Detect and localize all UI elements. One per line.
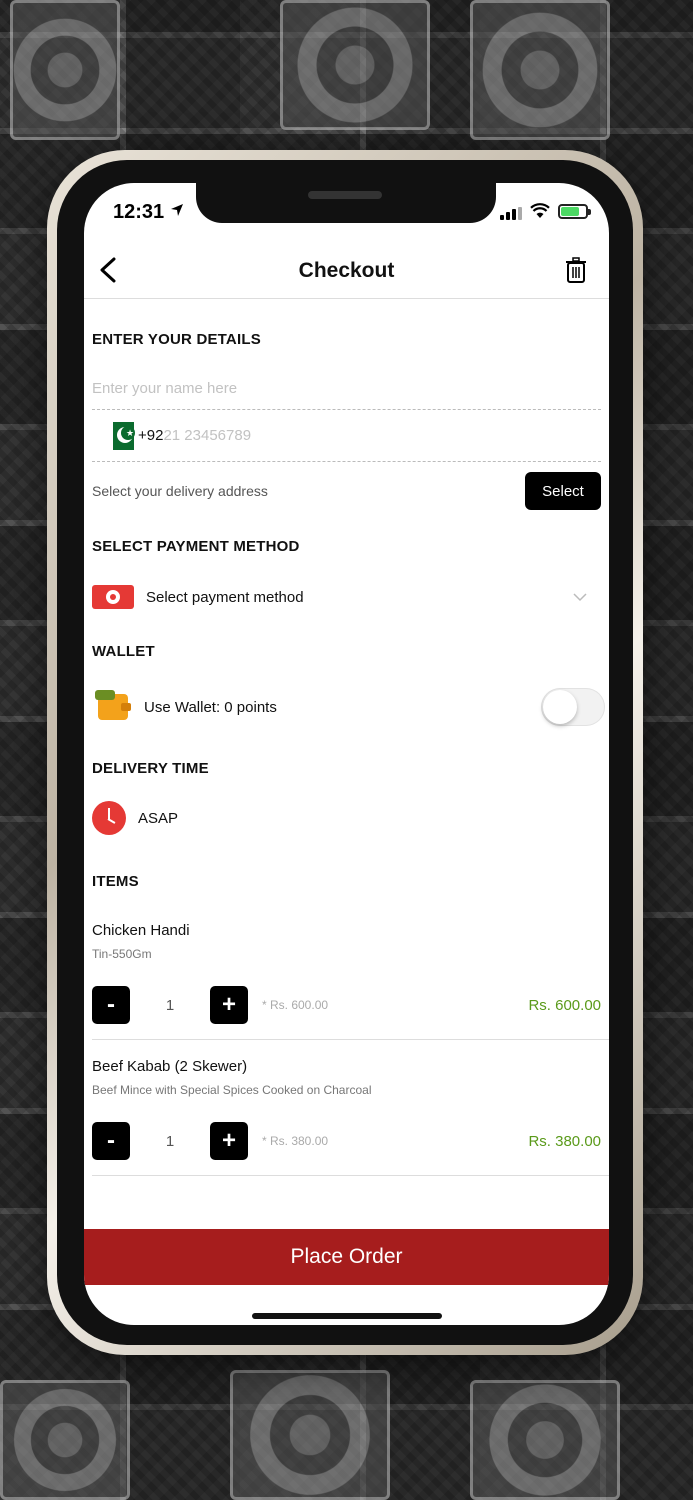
cash-icon	[92, 585, 134, 609]
home-indicator	[252, 1313, 442, 1319]
page-title: Checkout	[298, 259, 395, 282]
background-pattern-tile	[0, 1380, 130, 1500]
item-name: Chicken Handi	[92, 922, 190, 939]
item-name: Beef Kabab (2 Skewer)	[92, 1058, 248, 1075]
item-description: Tin-550Gm	[92, 947, 152, 961]
address-row: Select your delivery address Select	[92, 462, 601, 520]
line-total: Rs. 600.00	[528, 996, 601, 1014]
details-heading: ENTER YOUR DETAILS	[92, 331, 261, 348]
background-pattern-tile	[470, 0, 610, 140]
background-pattern-tile	[280, 0, 430, 130]
decrease-quantity-button[interactable]: -	[92, 1122, 130, 1160]
line-total: Rs. 380.00	[528, 1132, 601, 1150]
status-time: 12:31	[113, 201, 165, 223]
checkout-screen: 12:31 Checkout ENTER YOUR DETAILS Enter …	[84, 183, 609, 1325]
address-label: Select your delivery address	[92, 483, 268, 499]
name-input[interactable]	[92, 360, 601, 409]
wallet-row: Use Wallet: 0 points	[92, 688, 605, 726]
quantity-stepper: - 1 + * Rs. 380.00 Rs. 380.00	[92, 1121, 601, 1161]
wallet-icon	[95, 690, 131, 720]
divider	[92, 1175, 609, 1176]
unit-price: * Rs. 380.00	[262, 1134, 329, 1148]
phone-input[interactable]	[163, 427, 364, 444]
quantity-value: 1	[165, 996, 175, 1014]
trash-icon[interactable]	[565, 257, 587, 283]
name-field	[92, 360, 601, 410]
background-pattern-tile	[230, 1370, 390, 1500]
delivery-time-row[interactable]: ASAP	[92, 801, 601, 835]
checkout-content: ENTER YOUR DETAILS ★ +92 Select your del…	[84, 299, 609, 1229]
nav-bar: Checkout	[84, 243, 609, 299]
quantity-value: 1	[165, 1132, 175, 1150]
battery-icon	[558, 204, 591, 219]
location-arrow-icon	[171, 204, 183, 216]
delivery-heading: DELIVERY TIME	[92, 760, 209, 777]
background-pattern-tile	[10, 0, 120, 140]
cellular-signal-icon	[500, 207, 522, 220]
payment-method-label: Select payment method	[146, 588, 304, 606]
wallet-label: Use Wallet: 0 points	[144, 698, 277, 716]
divider	[92, 1039, 609, 1040]
country-code: +92	[138, 427, 164, 444]
item-description: Beef Mince with Special Spices Cooked on…	[92, 1083, 372, 1097]
list-item: Chicken Handi Tin-550Gm - 1 + * Rs. 600.…	[92, 922, 609, 1040]
place-order-button[interactable]: Place Order	[84, 1229, 609, 1285]
chevron-down-icon	[573, 593, 587, 602]
status-bar: 12:31	[84, 183, 609, 243]
decrease-quantity-button[interactable]: -	[92, 986, 130, 1024]
wifi-icon	[530, 203, 550, 218]
quantity-stepper: - 1 + * Rs. 600.00 Rs. 600.00	[92, 985, 601, 1025]
clock-icon	[92, 801, 126, 835]
items-heading: ITEMS	[92, 873, 139, 890]
payment-method-dropdown[interactable]: Select payment method	[92, 585, 601, 609]
wallet-heading: WALLET	[92, 643, 155, 660]
delivery-time-value: ASAP	[138, 809, 179, 827]
wallet-toggle[interactable]	[541, 688, 605, 726]
unit-price: * Rs. 600.00	[262, 998, 329, 1012]
increase-quantity-button[interactable]: +	[210, 986, 248, 1024]
phone-notch	[196, 183, 496, 223]
background-pattern-tile	[470, 1380, 620, 1500]
list-item: Beef Kabab (2 Skewer) Beef Mince with Sp…	[92, 1058, 609, 1176]
phone-field: ★ +92	[92, 410, 601, 462]
select-address-button[interactable]: Select	[525, 472, 601, 510]
payment-heading: SELECT PAYMENT METHOD	[92, 538, 300, 555]
increase-quantity-button[interactable]: +	[210, 1122, 248, 1160]
pakistan-flag-icon[interactable]: ★	[106, 421, 135, 450]
